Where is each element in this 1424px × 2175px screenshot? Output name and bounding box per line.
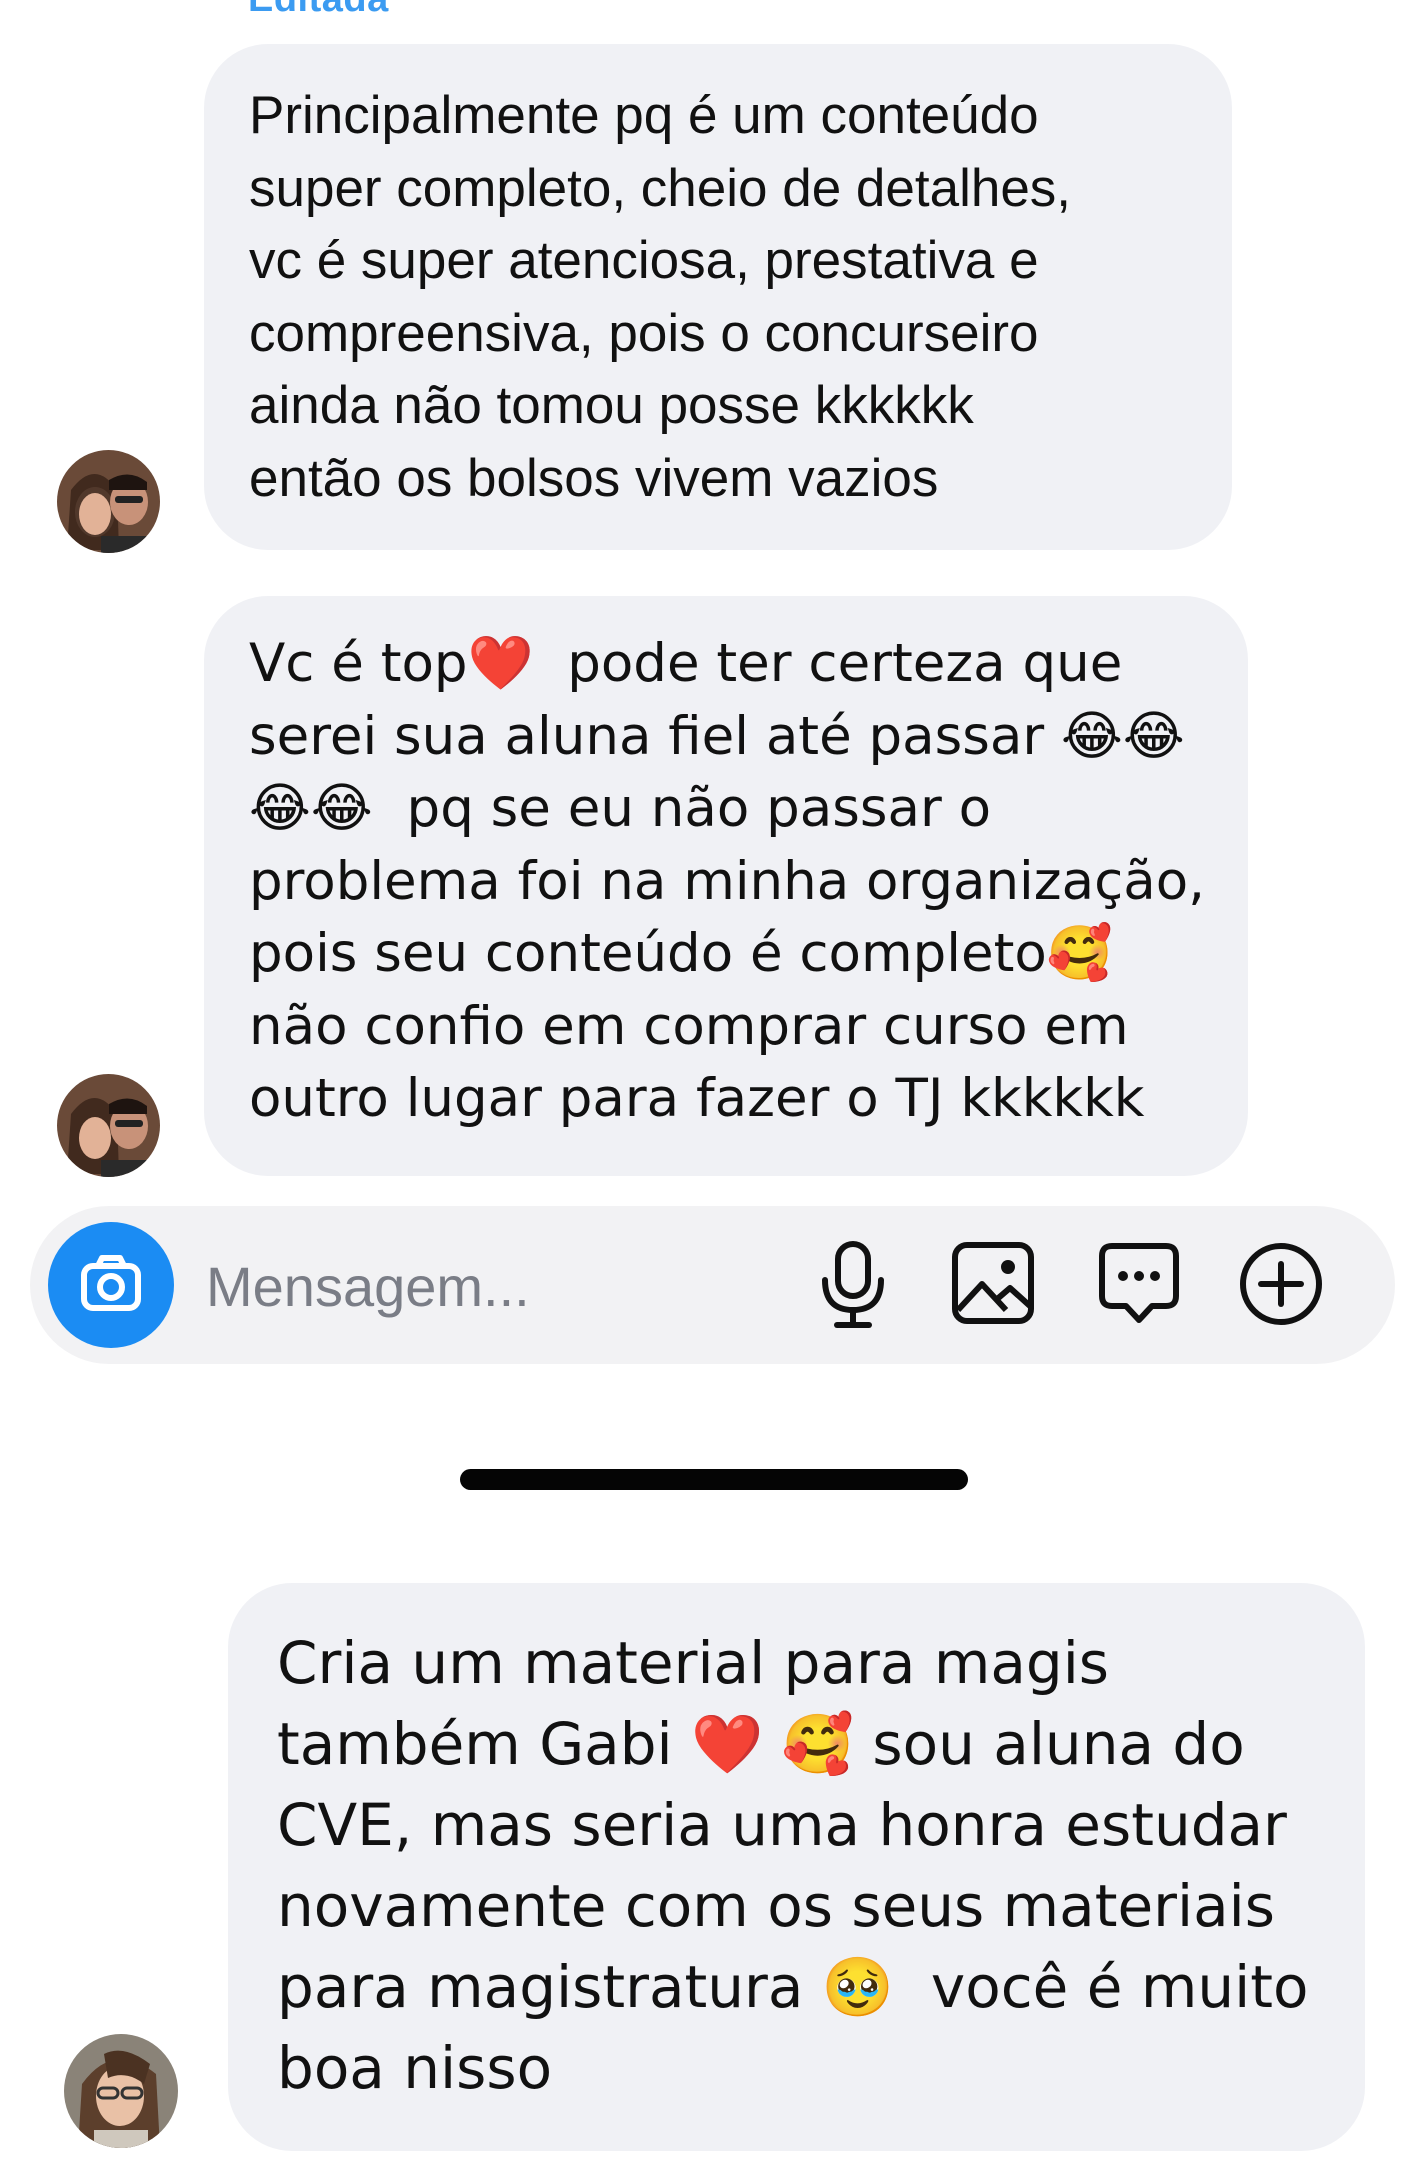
- message-line: também Gabi ❤️ 🥰 sou aluna do: [277, 1710, 1245, 1778]
- message-line: boa nisso: [277, 2034, 553, 2102]
- edited-label: Editada: [248, 0, 389, 21]
- message-line: super completo, cheio de detalhes,: [249, 158, 1072, 218]
- message-line: não confio em comprar curso em: [249, 995, 1129, 1057]
- plus-circle-icon[interactable]: [1237, 1240, 1325, 1328]
- message-composer: Mensagem...: [30, 1206, 1395, 1364]
- message-line: para magistratura 🥹 você é muito: [277, 1953, 1309, 2021]
- message-line: problema foi na minha organização,: [249, 850, 1205, 912]
- camera-icon: [81, 1255, 141, 1311]
- image-icon[interactable]: [950, 1240, 1036, 1326]
- message-line: serei sua aluna fiel até passar 😂😂: [249, 705, 1185, 767]
- message-line: Principalmente pq é um conteúdo: [249, 86, 1039, 145]
- microphone-icon[interactable]: [815, 1238, 891, 1332]
- message-line: vc é super atenciosa, prestativa e: [249, 231, 1039, 290]
- home-indicator: [460, 1469, 968, 1490]
- message-input[interactable]: Mensagem...: [206, 1254, 530, 1319]
- message-line: compreensiva, pois o concurseiro: [249, 303, 1039, 363]
- message-bubble[interactable]: Principalmente pq é um conteúdo super co…: [204, 44, 1232, 550]
- camera-button[interactable]: [48, 1222, 174, 1348]
- message-line: então os bolsos vivem vazios: [249, 448, 939, 508]
- avatar[interactable]: [64, 2034, 178, 2148]
- message-line: pois seu conteúdo é completo🥰: [249, 923, 1113, 984]
- message-bubble[interactable]: Cria um material para magis também Gabi …: [228, 1583, 1365, 2151]
- message-bubble[interactable]: Vc é top❤️ pode ter certeza que serei su…: [204, 596, 1248, 1176]
- message-line: Cria um material para magis: [277, 1629, 1110, 1697]
- message-line: novamente com os seus materiais: [277, 1872, 1275, 1940]
- avatar[interactable]: [57, 450, 160, 553]
- message-line: outro lugar para fazer o TJ kkkkkk: [249, 1068, 1145, 1129]
- message-line: ainda não tomou posse kkkkkk: [249, 376, 974, 435]
- message-line: Vc é top❤️ pode ter certeza que: [249, 633, 1123, 694]
- message-line: CVE, mas seria uma honra estudar: [277, 1791, 1287, 1859]
- sticker-chat-icon[interactable]: [1096, 1240, 1182, 1326]
- avatar[interactable]: [57, 1074, 160, 1177]
- message-line: 😂😂 pq se eu não passar o: [249, 778, 992, 839]
